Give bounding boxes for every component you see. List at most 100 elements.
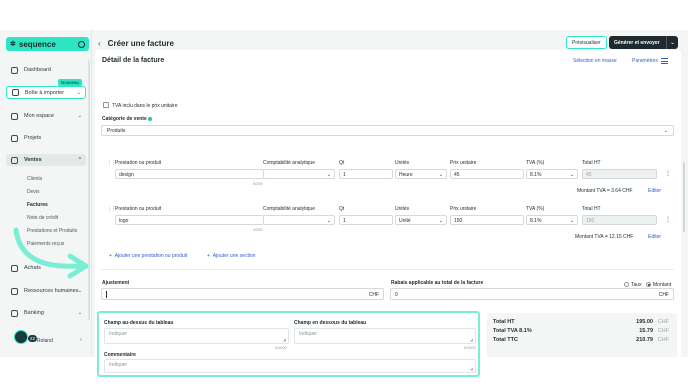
sidebar-item-rh[interactable]: Ressources humaines ⌄ <box>6 285 86 297</box>
sidebar-item-mon-espace[interactable]: Mon espace ⌄ <box>6 110 86 122</box>
above-table-textarea[interactable]: Indiquer ◢ <box>104 328 289 344</box>
comment-textarea[interactable]: Indiquer ◢ <box>104 359 476 373</box>
drag-handle-icon[interactable]: ⋮⋮ <box>107 206 116 212</box>
vat-included-label: TVA inclu dans le prix unitaire <box>112 103 178 109</box>
add-item-link[interactable]: + Ajouter une prestation ou produit <box>109 253 187 259</box>
above-table-label: Champ au-dessus du tableau <box>104 320 174 326</box>
user-icon <box>11 112 18 120</box>
more-options-icon[interactable]: ⋮ <box>665 170 671 177</box>
sidebar-sub-products[interactable]: Prestations et Produits <box>27 228 77 234</box>
chevron-down-icon: ⌄ <box>438 171 443 178</box>
edit-link[interactable]: Editer <box>648 188 661 194</box>
avatar[interactable] <box>14 330 28 344</box>
resize-handle-icon[interactable]: ◢ <box>470 337 473 342</box>
sidebar-sub-devis[interactable]: Devis <box>27 189 40 195</box>
unit-select[interactable]: Heure ⌄ <box>395 169 447 179</box>
sidebar-item-dashboard[interactable]: Dashboard <box>6 64 86 76</box>
total-ht-row: Total HT 195.00 CHF <box>493 319 669 325</box>
people-icon <box>11 287 18 295</box>
bulk-selection-link[interactable]: Sélection en masse <box>573 58 617 64</box>
chevron-down-icon[interactable]: ⌄ <box>666 36 678 49</box>
chevron-down-icon: ⌄ <box>76 89 81 96</box>
vat-select[interactable]: 8.1% ⌄ <box>526 169 578 179</box>
adjustment-input[interactable]: CHF <box>101 288 384 300</box>
logo-bar[interactable]: ✲ sequence <box>6 37 89 51</box>
unit-price-value: 45 <box>454 171 460 178</box>
info-dot-icon <box>148 117 152 121</box>
sidebar-item-label: Banking <box>24 310 44 316</box>
menu-icon[interactable] <box>661 58 668 64</box>
vat-select[interactable]: 8.1% ⌄ <box>526 215 578 225</box>
char-counter: 6/255 <box>253 182 263 186</box>
unit-price-value: 150 <box>454 217 463 224</box>
col-accounting: Comptabilité analytique <box>263 206 315 212</box>
unit-select[interactable]: Unité ⌄ <box>395 215 447 225</box>
inbox-icon <box>12 89 19 96</box>
preview-button[interactable]: Prévisualiser <box>566 36 607 49</box>
sidebar-item-achats[interactable]: Achats <box>6 262 86 274</box>
below-table-textarea[interactable]: Indiquer ◢ <box>294 328 476 344</box>
parameters-link[interactable]: Paramètres <box>632 58 658 64</box>
add-section-link[interactable]: + Ajouter une section <box>207 253 256 259</box>
sidebar-sub-credit-notes[interactable]: Note de crédit <box>27 215 58 221</box>
category-value: Produits <box>107 128 126 134</box>
invoice-detail-panel: Détail de la facture Sélection en masse … <box>95 50 685 377</box>
sidebar-item-ventes[interactable]: Ventes ⌃ <box>6 154 86 166</box>
new-badge: Nouveau <box>58 79 83 86</box>
category-select[interactable]: Produits ⌄ <box>101 125 674 136</box>
text-caret <box>106 291 107 298</box>
sidebar-sub-factures[interactable]: Factures <box>27 202 48 208</box>
qty-input[interactable]: 1 <box>339 169 393 179</box>
sidebar-scrollbar[interactable] <box>88 60 90 320</box>
vat-value: 8.1% <box>530 217 542 224</box>
chevron-down-icon: ⌄ <box>326 217 331 224</box>
settings-icon[interactable] <box>78 40 85 48</box>
sidebar-sub-clients[interactable]: Clients <box>27 176 42 182</box>
chevron-right-icon[interactable]: › <box>80 337 82 343</box>
currency: CHF <box>657 319 669 325</box>
user-name[interactable]: Roland <box>37 338 53 344</box>
product-input[interactable]: logo <box>115 215 264 225</box>
accounting-select[interactable]: ⌄ <box>263 215 335 225</box>
chevron-up-icon: ⌃ <box>77 157 82 163</box>
generate-send-button[interactable]: Générer et envoyer ⌄ <box>609 36 678 49</box>
panel-scrollbar[interactable] <box>683 162 685 232</box>
chevron-down-icon: ⌄ <box>663 128 668 134</box>
discount-value: 0 <box>395 292 398 298</box>
chevron-down-icon: ⌄ <box>77 310 82 316</box>
drag-handle-icon[interactable]: ⋮⋮ <box>107 160 116 166</box>
sidebar-item-label: Projets <box>24 135 42 141</box>
total-ht-value: 195.00 <box>636 319 653 325</box>
discount-rate-radio[interactable] <box>624 282 629 287</box>
logo-text: sequence <box>18 39 56 49</box>
accounting-select[interactable]: ⌄ <box>263 169 335 179</box>
below-table-counter: 0/1000 <box>464 346 476 350</box>
total-tva-label: Total TVA 8.1% <box>493 328 532 334</box>
discount-amount-radio[interactable] <box>646 282 651 287</box>
discount-input[interactable]: 0 CHF <box>390 288 674 300</box>
add-item-label: Ajouter une prestation ou produit <box>114 253 188 259</box>
product-input[interactable]: design <box>115 169 264 179</box>
sidebar-item-banking[interactable]: Banking ⌄ <box>6 307 86 319</box>
comment-placeholder: Indiquer <box>109 362 128 368</box>
chevron-down-icon: ⌄ <box>569 171 574 178</box>
sidebar-sub-payments[interactable]: Paiements reçus <box>27 241 64 247</box>
unit-price-input[interactable]: 150 <box>450 215 524 225</box>
vat-included-checkbox[interactable] <box>103 102 109 108</box>
back-arrow-icon[interactable]: ‹ <box>98 39 101 48</box>
resize-handle-icon[interactable]: ◢ <box>470 366 473 371</box>
edit-link[interactable]: Editer <box>648 234 661 240</box>
sidebar-item-projets[interactable]: Projets <box>6 132 86 144</box>
resize-handle-icon[interactable]: ◢ <box>283 337 286 342</box>
more-options-icon[interactable]: ⋮ <box>665 216 671 223</box>
unit-price-input[interactable]: 45 <box>450 169 524 179</box>
sidebar-item-inbox[interactable]: Boîte à importer ⌄ <box>6 86 86 99</box>
total-ht-label: Total HT <box>493 319 515 325</box>
qty-input[interactable]: 1 <box>339 215 393 225</box>
vat-amount: Montant TVA = 3.64 CHF <box>577 188 633 194</box>
bank-icon <box>11 309 18 317</box>
below-table-label: Champ en dessous du tableau <box>294 320 367 326</box>
col-product: Prestation ou produit <box>115 206 162 212</box>
total-ttc-row: Total TTC 210.79 CHF <box>493 337 669 343</box>
adjustment-label: Ajustement <box>102 280 130 286</box>
